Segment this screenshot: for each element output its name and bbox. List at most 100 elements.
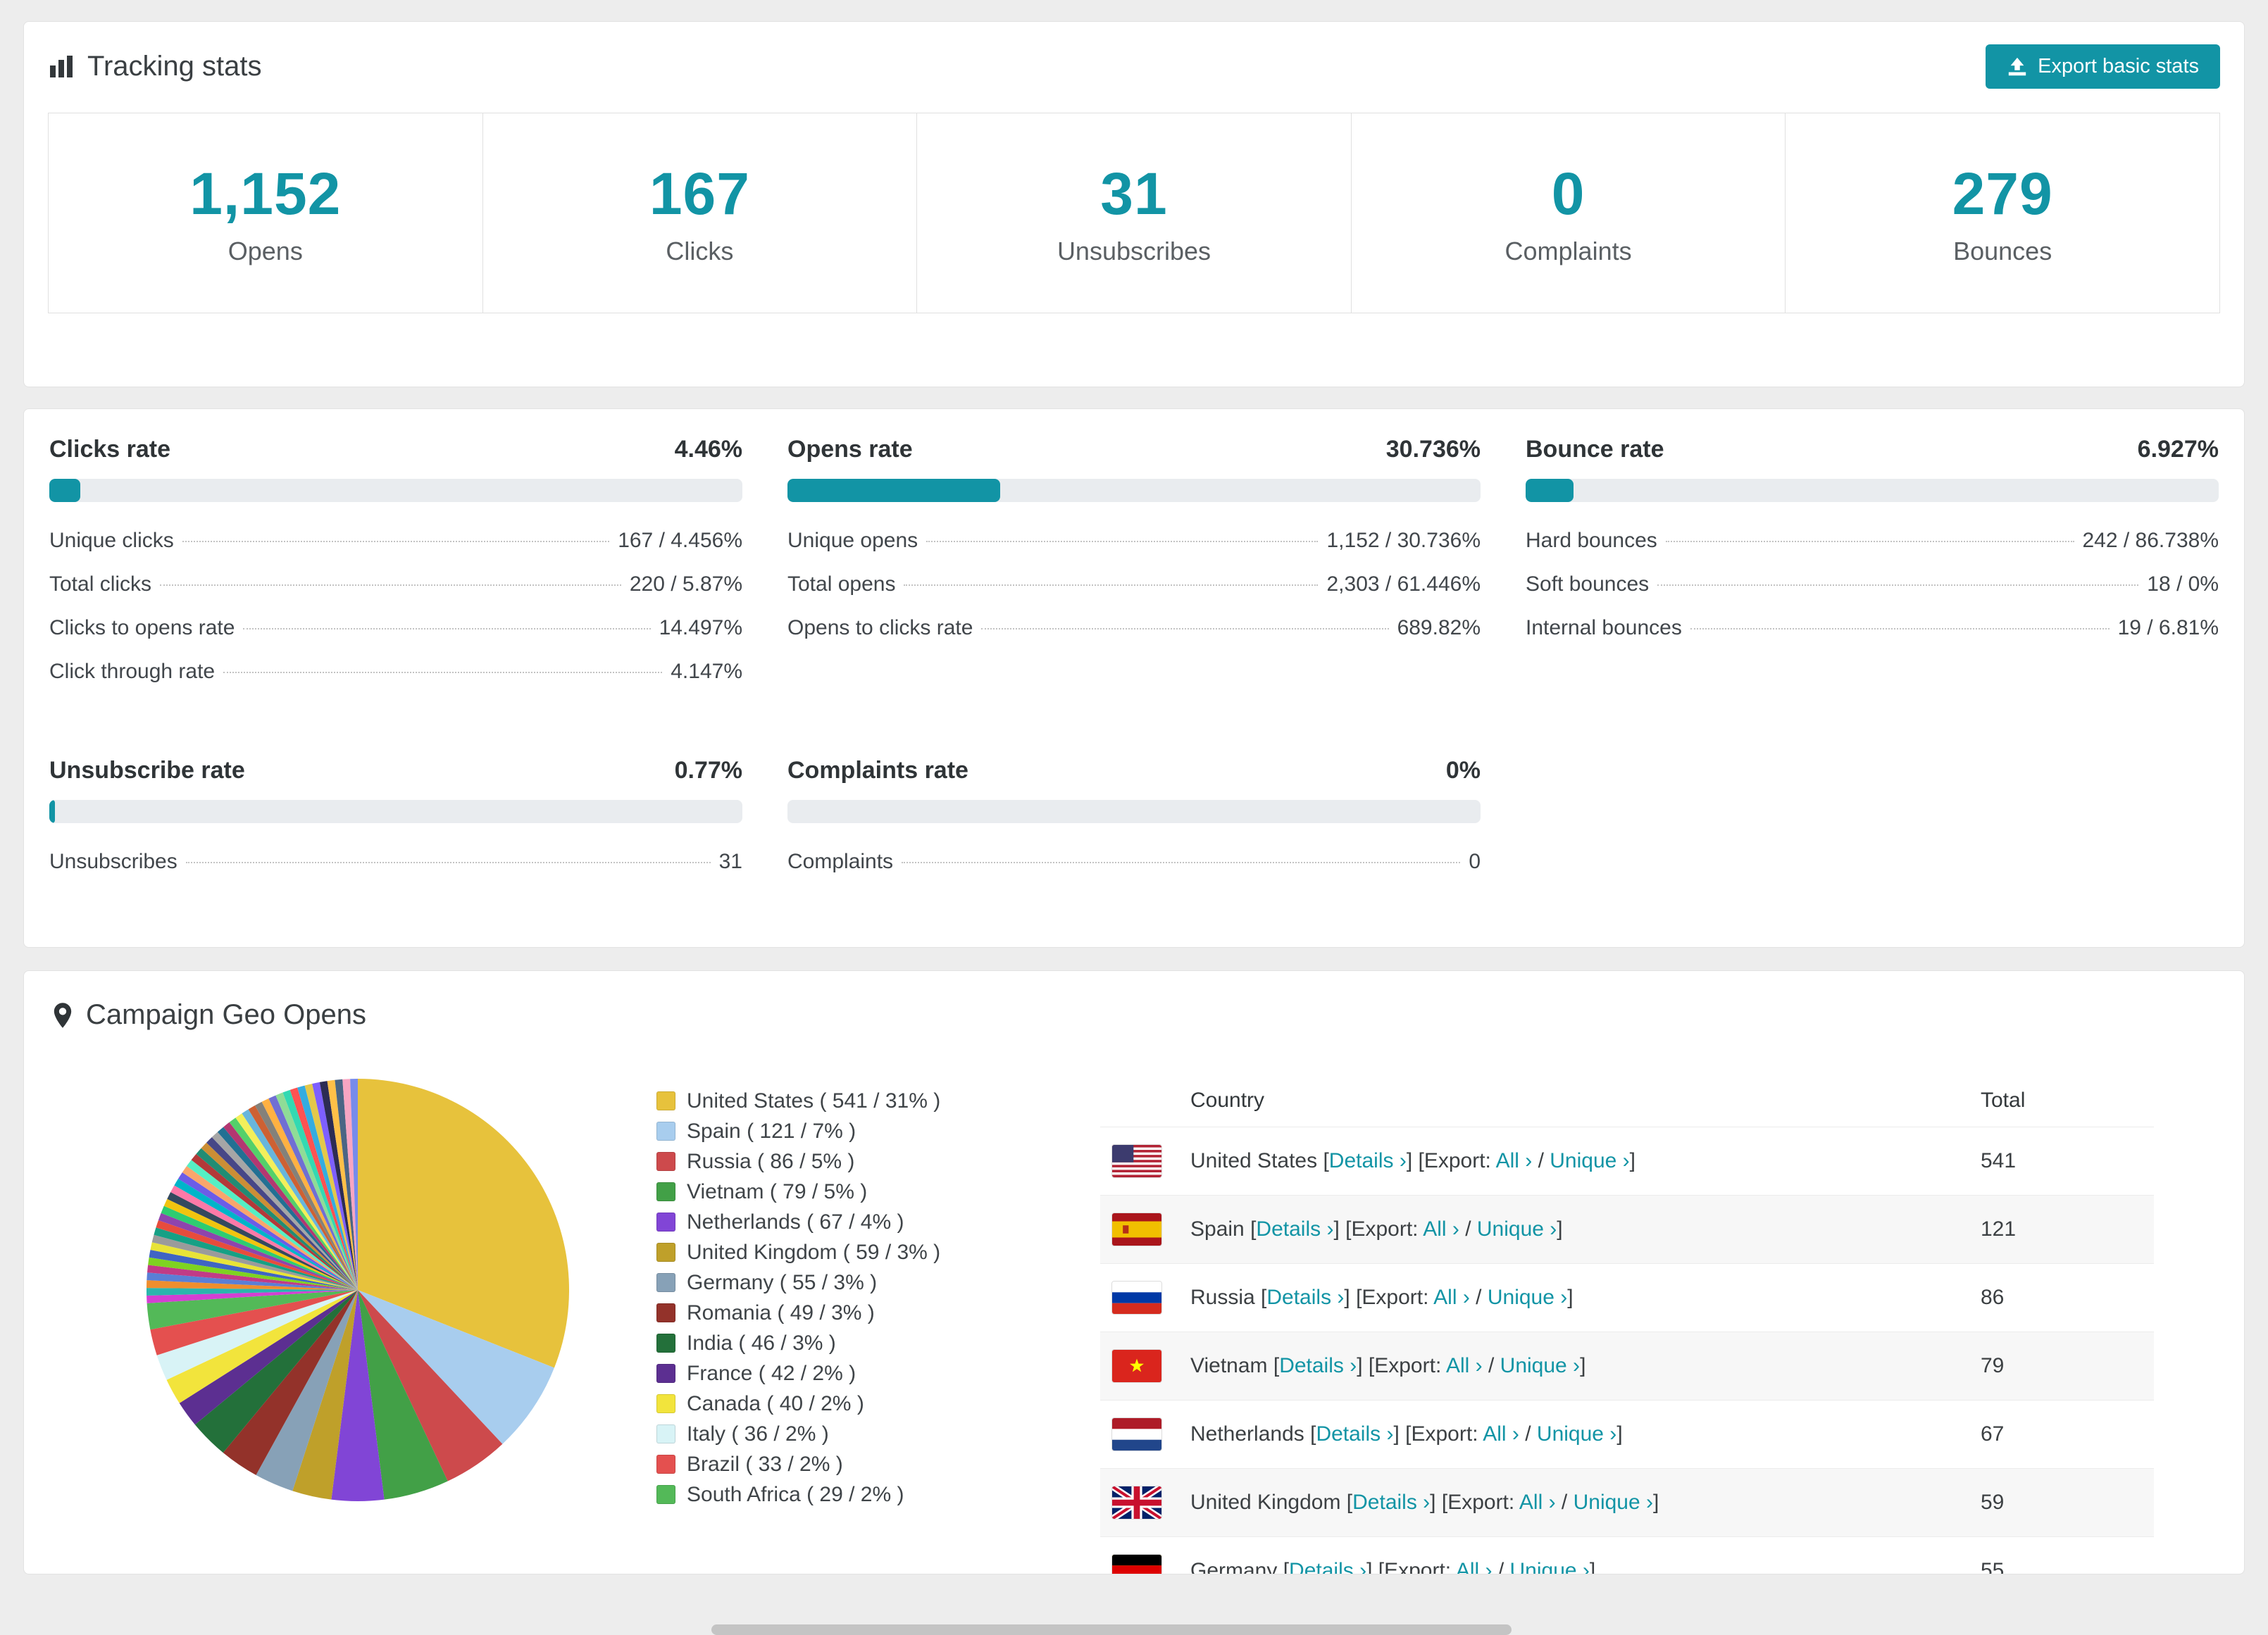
geo-header: Campaign Geo Opens — [52, 999, 2216, 1031]
dotted-leader — [243, 628, 651, 629]
stat-row-label: Unique opens — [787, 529, 918, 552]
export-unique-link[interactable]: Unique › — [1488, 1286, 1567, 1309]
rate-title: Opens rate — [787, 436, 913, 463]
legend-label: South Africa ( 29 / 2% ) — [687, 1482, 904, 1506]
export-unique-link[interactable]: Unique › — [1477, 1217, 1557, 1241]
stat-row-value: 220 / 5.87% — [629, 572, 742, 596]
page-title: Tracking stats — [87, 51, 262, 82]
legend-label: Germany ( 55 / 3% ) — [687, 1270, 878, 1294]
legend-item-canada: Canada ( 40 / 2% ) — [656, 1389, 987, 1419]
country-name: Vietnam — [1190, 1354, 1268, 1377]
dotted-leader — [1690, 628, 2110, 629]
legend-label: United Kingdom ( 59 / 3% ) — [687, 1240, 941, 1264]
rate-title: Clicks rate — [49, 436, 170, 463]
legend-swatch — [656, 1455, 675, 1474]
stat-label: Clicks — [666, 237, 734, 265]
flag-nl-icon — [1111, 1417, 1162, 1451]
legend-label: Vietnam ( 79 / 5% ) — [687, 1179, 868, 1203]
stat-row-label: Complaints — [787, 850, 894, 873]
stat-row-label: Hard bounces — [1526, 529, 1657, 552]
export-all-link[interactable]: All › — [1433, 1286, 1470, 1309]
stat-row-unique-clicks: Unique clicks 167 / 4.456% — [49, 519, 742, 563]
export-unique-link[interactable]: Unique › — [1574, 1491, 1653, 1514]
export-basic-stats-button[interactable]: Export basic stats — [1986, 44, 2220, 89]
export-unique-link[interactable]: Unique › — [1510, 1559, 1590, 1574]
legend-item-vietnam: Vietnam ( 79 / 5% ) — [656, 1177, 987, 1207]
stat-label: Complaints — [1504, 237, 1632, 265]
progress-fill — [1526, 479, 1574, 502]
legend-label: Canada ( 40 / 2% ) — [687, 1391, 864, 1415]
legend-swatch — [656, 1334, 675, 1353]
export-all-link[interactable]: All › — [1423, 1217, 1459, 1241]
country-name: United States — [1190, 1149, 1318, 1172]
details-link[interactable]: Details › — [1266, 1286, 1344, 1309]
country-total: 67 — [1981, 1422, 2005, 1446]
rate-title: Bounce rate — [1526, 436, 1664, 463]
legend-item-india: India ( 46 / 3% ) — [656, 1328, 987, 1358]
stat-number: 0 — [1551, 161, 1585, 227]
legend-item-germany: Germany ( 55 / 3% ) — [656, 1267, 987, 1298]
stat-row-value: 18 / 0% — [2147, 572, 2219, 596]
rate-panel-clicks-rate: Clicks rate 4.46% Unique clicks 167 / 4.456… — [49, 436, 742, 694]
column-header-country: Country — [1190, 1089, 1265, 1112]
horizontal-scrollbar-thumb[interactable] — [711, 1624, 1512, 1635]
geo-table-row-russia: Russia [Details ›] [Export: All › / Uniq… — [1100, 1264, 2154, 1332]
rate-value: 0% — [1445, 757, 1481, 784]
stat-row-unique-opens: Unique opens 1,152 / 30.736% — [787, 519, 1481, 563]
details-link[interactable]: Details › — [1316, 1422, 1393, 1446]
export-unique-link[interactable]: Unique › — [1500, 1354, 1580, 1377]
geo-table-row-united-kingdom: United Kingdom [Details ›] [Export: All … — [1100, 1469, 2154, 1537]
column-header-total: Total — [1981, 1089, 2026, 1112]
legend-label: Brazil ( 33 / 2% ) — [687, 1452, 843, 1476]
details-link[interactable]: Details › — [1256, 1217, 1333, 1241]
export-all-link[interactable]: All › — [1483, 1422, 1519, 1446]
geo-table-header: Country Total — [1100, 1075, 2154, 1127]
legend-label: France ( 42 / 2% ) — [687, 1361, 856, 1385]
stat-row-label: Clicks to opens rate — [49, 616, 235, 639]
country-total: 121 — [1981, 1217, 2017, 1241]
legend-item-south-africa: South Africa ( 29 / 2% ) — [656, 1479, 987, 1510]
summary-stat-clicks: 167 Clicks — [482, 113, 917, 313]
legend-label: Italy ( 36 / 2% ) — [687, 1422, 829, 1446]
dotted-leader — [981, 628, 1389, 629]
export-unique-link[interactable]: Unique › — [1537, 1422, 1616, 1446]
stat-row-value: 14.497% — [659, 616, 742, 639]
stat-label: Unsubscribes — [1057, 237, 1211, 265]
country-name: Germany — [1190, 1559, 1278, 1574]
rate-panel-bounce-rate: Bounce rate 6.927% Hard bounces 242 / 86.73… — [1526, 436, 2219, 694]
stat-row-label: Opens to clicks rate — [787, 616, 973, 639]
export-all-link[interactable]: All › — [1446, 1354, 1483, 1377]
legend-swatch — [656, 1152, 675, 1171]
details-link[interactable]: Details › — [1329, 1149, 1407, 1172]
export-unique-link[interactable]: Unique › — [1550, 1149, 1629, 1172]
legend-label: Romania ( 49 / 3% ) — [687, 1301, 875, 1324]
geo-table-row-netherlands: Netherlands [Details ›] [Export: All › /… — [1100, 1401, 2154, 1469]
progress-fill — [49, 479, 80, 502]
legend-label: Netherlands ( 67 / 4% ) — [687, 1210, 904, 1234]
progress-bar — [49, 800, 742, 823]
geo-pie-chart[interactable] — [142, 1075, 573, 1509]
details-link[interactable]: Details › — [1279, 1354, 1357, 1377]
stat-row-value: 19 / 6.81% — [2117, 616, 2219, 639]
bar-chart-icon — [50, 55, 73, 77]
legend-swatch — [656, 1424, 675, 1443]
details-link[interactable]: Details › — [1289, 1559, 1366, 1574]
stat-row-total-clicks: Total clicks 220 / 5.87% — [49, 563, 742, 606]
details-link[interactable]: Details › — [1352, 1491, 1430, 1514]
rates-grid: Clicks rate 4.46% Unique clicks 167 / 4.456… — [49, 436, 2219, 884]
legend-swatch — [656, 1273, 675, 1292]
export-label: Export: — [1411, 1422, 1478, 1446]
export-all-link[interactable]: All › — [1496, 1149, 1533, 1172]
stat-row-value: 689.82% — [1397, 616, 1481, 639]
export-all-link[interactable]: All › — [1519, 1491, 1556, 1514]
stat-row-label: Soft bounces — [1526, 572, 1650, 596]
legend-swatch — [656, 1182, 675, 1201]
stat-number: 167 — [649, 161, 750, 227]
country-total: 59 — [1981, 1491, 2005, 1514]
legend-swatch — [656, 1243, 675, 1262]
stat-row-unsubscribes: Unsubscribes 31 — [49, 840, 742, 884]
stat-number: 31 — [1100, 161, 1168, 227]
export-all-link[interactable]: All › — [1456, 1559, 1493, 1574]
legend-label: United States ( 541 / 31% ) — [687, 1089, 941, 1113]
stat-row-label: Total opens — [787, 572, 896, 596]
